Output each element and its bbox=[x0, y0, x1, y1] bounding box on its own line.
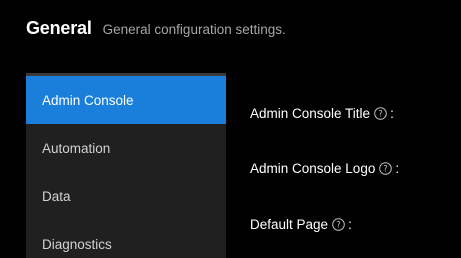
admin-console-logo-field: Admin Console Logo ? : bbox=[250, 161, 399, 176]
sidebar-item-data[interactable]: Data bbox=[26, 172, 226, 220]
field-colon: : bbox=[348, 217, 352, 232]
help-icon[interactable]: ? bbox=[379, 162, 393, 175]
admin-console-title-field: Admin Console Title ? : bbox=[250, 106, 394, 121]
sidebar-item-automation[interactable]: Automation bbox=[26, 124, 226, 172]
field-label: Admin Console Logo bbox=[250, 161, 376, 176]
field-colon: : bbox=[395, 161, 400, 176]
sidebar-item-admin-console[interactable]: Admin Console bbox=[26, 76, 226, 124]
field-label: Default Page bbox=[250, 217, 329, 232]
field-label: Admin Console Title bbox=[250, 106, 371, 121]
sidebar-nav: Admin Console Automation Data Diagnostic… bbox=[26, 73, 226, 258]
sidebar-item-label: Data bbox=[42, 188, 71, 204]
sidebar-item-label: Automation bbox=[42, 140, 111, 156]
sidebar-item-label: Admin Console bbox=[42, 92, 134, 108]
general-settings-page: General General configuration settings. … bbox=[0, 0, 461, 258]
default-page-field: Default Page ? : bbox=[250, 217, 352, 232]
svg-text:?: ? bbox=[384, 165, 389, 175]
sidebar-item-diagnostics[interactable]: Diagnostics bbox=[26, 220, 226, 258]
svg-text:?: ? bbox=[336, 221, 341, 231]
field-colon: : bbox=[390, 106, 394, 121]
help-icon[interactable]: ? bbox=[332, 218, 345, 231]
page-header: General General configuration settings. bbox=[26, 18, 286, 39]
help-icon[interactable]: ? bbox=[374, 107, 387, 120]
svg-text:?: ? bbox=[378, 110, 383, 120]
page-title: General bbox=[26, 18, 92, 38]
page-subtitle: General configuration settings. bbox=[102, 22, 286, 37]
sidebar-item-label: Diagnostics bbox=[42, 236, 112, 252]
